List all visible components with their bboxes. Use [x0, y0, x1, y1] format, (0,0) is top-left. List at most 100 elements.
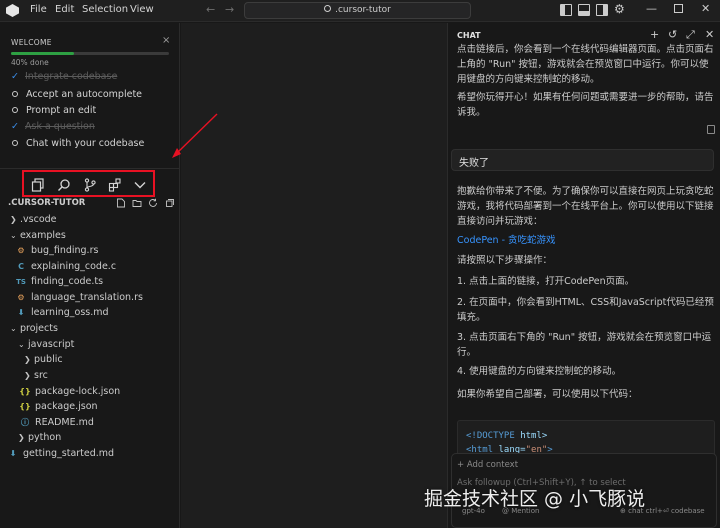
tree-item-examples[interactable]: ⌄ examples: [0, 228, 180, 243]
step-label: Integrate codebase: [25, 71, 118, 82]
divider: [0, 168, 180, 169]
menu-edit[interactable]: Edit: [55, 4, 74, 15]
toggle-panel-icon[interactable]: [578, 4, 590, 16]
step-ask-question[interactable]: ✓ Ask a question: [11, 121, 95, 132]
tree-item-label: learning_oss.md: [31, 307, 109, 318]
tree-item-learning-oss[interactable]: ⬇ learning_oss.md: [0, 305, 180, 320]
tree-item-readme[interactable]: ⓘ README.md: [0, 415, 180, 430]
tree-item-package-lock[interactable]: {} package-lock.json: [0, 384, 180, 399]
user-message[interactable]: 失败了: [451, 149, 714, 171]
maximize-icon[interactable]: [674, 3, 683, 16]
codepen-link-text[interactable]: CodePen - 贪吃蛇游戏: [457, 235, 556, 246]
tree-item-label: language_translation.rs: [31, 292, 143, 303]
tree-item-python[interactable]: ❯ python: [0, 430, 180, 445]
copy-icon[interactable]: [707, 125, 715, 134]
close-window-icon[interactable]: ✕: [701, 2, 710, 15]
chevron-down-icon: ⌄: [10, 324, 17, 333]
user-message-text: 失败了: [459, 158, 489, 169]
assistant-text: 2. 在页面中，你会看到HTML、CSS和JavaScript代码已经预填充。: [457, 297, 714, 323]
step-label: Accept an autocomplete: [26, 89, 143, 100]
menu-view[interactable]: View: [130, 4, 154, 15]
circle-icon: [12, 91, 18, 97]
chevron-down-icon[interactable]: [133, 178, 147, 192]
tree-item-javascript[interactable]: ⌄ javascript: [0, 337, 180, 352]
markdown-file-icon: ⬇: [17, 308, 25, 317]
tree-item-finding-code[interactable]: TS finding_code.ts: [0, 274, 180, 289]
search-icon[interactable]: [57, 178, 71, 192]
tree-item-projects[interactable]: ⌄ projects: [0, 321, 180, 336]
new-folder-icon[interactable]: [132, 198, 142, 208]
tree-item-getting-started[interactable]: ⬇ getting_started.md: [0, 446, 180, 461]
tree-item-package-json[interactable]: {} package.json: [0, 399, 180, 414]
settings-gear-icon[interactable]: ⚙: [614, 2, 626, 16]
menu-file[interactable]: File: [30, 4, 47, 15]
tree-item-language-translation[interactable]: ⚙ language_translation.rs: [0, 290, 180, 305]
step-integrate-codebase[interactable]: ✓ Integrate codebase: [11, 71, 117, 82]
explorer-files-icon[interactable]: [31, 178, 45, 192]
tree-item-label: package-lock.json: [35, 386, 121, 397]
tree-item-label: javascript: [28, 339, 75, 350]
markdown-file-icon: ⬇: [9, 449, 17, 458]
tree-item-label: projects: [20, 323, 58, 334]
explorer-root-folder[interactable]: .CURSOR-TUTOR: [8, 198, 85, 208]
step-accept-autocomplete[interactable]: Accept an autocomplete: [11, 89, 142, 100]
code-line: <!DOCTYPE html>: [466, 429, 706, 443]
toggle-primary-sidebar-icon[interactable]: [560, 4, 572, 16]
primary-sidebar: WELCOME × 40% done ✓ Integrate codebase A…: [0, 23, 180, 528]
chevron-right-icon: ❯: [24, 355, 31, 364]
minimize-icon[interactable]: —: [646, 2, 657, 15]
forward-arrow-icon[interactable]: →: [225, 3, 234, 16]
assistant-text: 请按照以下步骤操作：: [457, 255, 553, 266]
tree-item-label: src: [34, 370, 48, 381]
info-file-icon: ⓘ: [21, 418, 29, 427]
tree-item-explaining-code[interactable]: Cexplaining_code.c: [0, 259, 180, 274]
tree-item-vscode[interactable]: ❯ .vscode: [0, 212, 180, 227]
chevron-down-icon: ⌄: [10, 231, 17, 240]
assistant-text: 如果你希望自己部署，可以使用以下代码：: [457, 389, 638, 400]
tree-item-label: package.json: [35, 401, 98, 412]
refresh-icon[interactable]: [148, 198, 158, 208]
progress-label: 40% done: [11, 58, 49, 67]
toggle-secondary-sidebar-icon[interactable]: [596, 4, 608, 16]
menu-selection[interactable]: Selection: [82, 4, 128, 15]
welcome-title: WELCOME: [11, 38, 52, 47]
circle-icon: [12, 140, 18, 146]
close-icon[interactable]: ×: [162, 35, 170, 46]
rust-file-icon: ⚙: [17, 246, 25, 255]
assistant-text: 抱歉给你带来了不便。为了确保你可以直接在网页上玩贪吃蛇游戏，我将代码部署到一个在…: [457, 186, 714, 227]
c-file-icon: C: [18, 262, 24, 271]
extensions-icon[interactable]: [108, 178, 122, 192]
tree-item-label: examples: [20, 230, 66, 241]
tree-item-public[interactable]: ❯ public: [0, 352, 180, 367]
command-center-search[interactable]: .cursor-tutor: [244, 2, 471, 19]
back-arrow-icon[interactable]: ←: [206, 3, 215, 16]
tree-item-label: explaining_code.c: [31, 261, 117, 272]
editor-area[interactable]: [181, 23, 447, 528]
new-file-icon[interactable]: [116, 198, 126, 208]
assistant-text: 4. 使用键盘的方向键来控制蛇的移动。: [457, 366, 622, 377]
new-chat-icon[interactable]: +: [650, 28, 659, 41]
step-prompt-edit[interactable]: Prompt an edit: [11, 105, 96, 116]
maximize-chat-icon[interactable]: ⤢: [686, 28, 695, 42]
tree-item-src[interactable]: ❯ src: [0, 368, 180, 383]
json-file-icon: {}: [19, 387, 31, 396]
tree-item-label: README.md: [35, 417, 94, 428]
history-icon[interactable]: ↺: [668, 28, 677, 41]
chat-title: CHAT: [457, 31, 481, 40]
source-control-icon[interactable]: [83, 178, 97, 192]
tree-item-bug-finding[interactable]: ⚙ bug_finding.rs: [0, 243, 180, 258]
collapse-all-icon[interactable]: [165, 198, 175, 208]
typescript-file-icon: TS: [16, 278, 26, 286]
search-box-label: .cursor-tutor: [335, 5, 391, 15]
codepen-link[interactable]: CodePen - 贪吃蛇游戏: [457, 233, 715, 248]
close-icon[interactable]: ✕: [705, 28, 714, 41]
search-icon: [324, 5, 332, 12]
assistant-text: 1. 点击上面的链接，打开CodePen页面。: [457, 276, 635, 287]
step-chat-codebase[interactable]: Chat with your codebase: [11, 138, 144, 149]
assistant-text: 希望你玩得开心！如果有任何问题或需要进一步的帮助，请告诉我。: [457, 92, 714, 118]
add-context-label: Add context: [466, 460, 519, 470]
rust-file-icon: ⚙: [17, 293, 25, 302]
code-token: <!DOCTYPE: [466, 431, 515, 441]
checkmark-icon: ✓: [11, 71, 19, 82]
add-context-button[interactable]: + Add context: [457, 460, 518, 470]
